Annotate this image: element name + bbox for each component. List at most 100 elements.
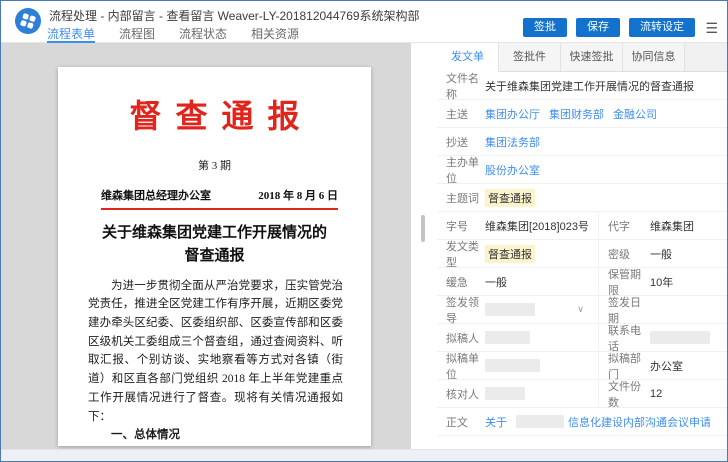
document-title-line1: 关于维森集团党建工作开展情况的 [101, 225, 327, 241]
chevron-down-icon[interactable]: ∨ [577, 304, 594, 315]
weaver-pinwheel-icon [15, 8, 41, 34]
field-link-集团财务部[interactable]: 集团财务部 [549, 106, 604, 122]
button-保存[interactable]: 保存 [576, 18, 620, 37]
vertical-scrollbar-thumb[interactable] [421, 215, 425, 242]
field-label: 发文类型 [446, 240, 479, 269]
field-value-cell: 股份办公室 [485, 162, 727, 178]
field-value-cell: 关于 信息化建设内部沟通会议申请 [485, 414, 727, 430]
redacted-value [650, 331, 710, 344]
form-row-拟稿人: 拟稿人 联系电话 [437, 324, 727, 353]
form-panel: 发文单 签批件 快速签批 协同信息 文件名称 关于维森集团党建工作开展情况的督查通报 主送… [437, 43, 727, 449]
form-row-文件名称: 文件名称 关于维森集团党建工作开展情况的督查通报 [437, 72, 727, 101]
field-link-信息化建设内部沟通会议申请[interactable]: 信息化建设内部沟通会议申请 [568, 414, 711, 430]
field-link-关于[interactable]: 关于 [485, 414, 507, 430]
field-link-股份办公室[interactable]: 股份办公室 [485, 162, 540, 178]
panel-tab-签批件[interactable]: 签批件 [499, 43, 561, 71]
document-masthead: 督查通报 [129, 98, 314, 134]
document-title-line2: 督查通报 [184, 248, 245, 265]
field-label: 拟稿人 [446, 332, 479, 345]
form-fields: 文件名称 关于维森集团党建工作开展情况的督查通报主送 集团办公厅 集团财务部 金融公司抄… [437, 72, 727, 449]
field-label: 拟稿单位 [446, 352, 479, 381]
form-row-主题词: 主题词 督查通报 [437, 184, 727, 212]
redacted-value [485, 359, 540, 372]
page-title: 流程处理 - 内部留言 - 查看留言 Weaver-LY-20181204476… [49, 9, 420, 23]
redacted-value [485, 331, 530, 344]
field-value-cell: 关于维森集团党建工作开展情况的督查通报 [485, 78, 727, 94]
field-label: 签发日期 [598, 296, 650, 325]
field-label: 联系电话 [598, 324, 650, 353]
pane-gutter [411, 43, 437, 449]
issuing-office: 维森集团总经理办公室 [101, 190, 211, 202]
field-label: 主题词 [446, 192, 479, 205]
form-row-核对人: 核对人 文件份数 12 [437, 380, 727, 409]
button-签批[interactable]: 签批 [523, 18, 567, 37]
top-bar: 流程处理 - 内部留言 - 查看留言 Weaver-LY-20181204476… [1, 1, 727, 43]
field-value-cell [485, 387, 598, 400]
field-value-cell: 一般 [650, 246, 727, 262]
content-area: 督查通报 第 3 期 维森集团总经理办公室 2018 年 8 月 6 日 关于维… [1, 43, 727, 449]
field-label: 正文 [446, 416, 468, 429]
form-panel-tabs: 发文单 签批件 快速签批 协同信息 [437, 43, 727, 72]
form-row-抄送: 抄送 集团法务部 [437, 128, 727, 156]
form-row-发文类型: 发文类型 督查通报 密级 一般 [437, 240, 727, 269]
form-row-正文: 正文 关于 信息化建设内部沟通会议申请 [437, 408, 727, 436]
field-label: 字号 [446, 220, 468, 233]
form-row-字号: 字号 维森集团[2018]023号 代字 维森集团 [437, 212, 727, 240]
nav-tab-流程图[interactable]: 流程图 [119, 25, 155, 43]
flow-nav-tabs: 流程表单 流程图 流程状态 相关资源 [47, 25, 323, 43]
field-value-cell: 集团法务部 [485, 134, 727, 150]
form-row-主送: 主送 集团办公厅 集团财务部 金融公司 [437, 100, 727, 128]
panel-tab-发文单[interactable]: 发文单 [437, 43, 499, 72]
nav-tab-流程表单[interactable]: 流程表单 [47, 25, 96, 43]
app-window: 流程处理 - 内部留言 - 查看留言 Weaver-LY-20181204476… [0, 0, 728, 462]
field-value-highlighted[interactable]: 督查通报 [485, 244, 535, 263]
horizontal-scrollbar-track[interactable] [1, 449, 727, 461]
document-title: 关于维森集团党建工作开展情况的 督查通报 [58, 222, 371, 269]
redacted-value [485, 387, 525, 400]
document-preview-pane: 督查通报 第 3 期 维森集团总经理办公室 2018 年 8 月 6 日 关于维… [1, 43, 411, 449]
field-value-cell [650, 331, 727, 344]
red-divider [101, 208, 338, 210]
field-value: 10年 [650, 276, 674, 289]
form-row-签发领导: 签发领导 ∨ 签发日期 [437, 296, 727, 325]
field-value-cell [485, 359, 598, 372]
field-value-cell: 一般 [485, 274, 598, 290]
panel-tab-协同信息[interactable]: 协同信息 [623, 43, 685, 71]
field-value-highlighted[interactable]: 督查通报 [485, 188, 535, 207]
field-link-集团办公厅[interactable]: 集团办公厅 [485, 106, 540, 122]
field-link-金融公司[interactable]: 金融公司 [613, 106, 657, 122]
issue-date: 2018 年 8 月 6 日 [258, 190, 338, 202]
field-value: 关于维森集团党建工作开展情况的督查通报 [485, 80, 694, 93]
field-label: 缓急 [446, 276, 468, 289]
field-label: 文件份数 [598, 380, 650, 409]
panel-tab-快速签批[interactable]: 快速签批 [561, 43, 623, 71]
nav-tab-相关资源[interactable]: 相关资源 [251, 25, 299, 43]
field-label: 主办单位 [446, 156, 479, 185]
field-value: 一般 [650, 248, 672, 261]
field-value: 维森集团[2018]023号 [485, 220, 589, 233]
field-value-cell: 督查通报 [485, 188, 727, 207]
hamburger-menu-icon[interactable]: ☰ [705, 19, 718, 37]
field-label: 核对人 [446, 388, 479, 401]
field-value-cell: 维森集团 [650, 218, 727, 234]
paragraph: 为进一步贯彻全面从严治党要求，压实管党治党责任，推进全区党建工作有序开展，近期区… [88, 279, 343, 423]
form-row-主办单位: 主办单位 股份办公室 [437, 156, 727, 185]
field-link-集团法务部[interactable]: 集团法务部 [485, 134, 540, 150]
document-issue-number: 第 3 期 [198, 160, 231, 172]
field-label: 文件名称 [446, 72, 479, 101]
document-office-row: 维森集团总经理办公室 2018 年 8 月 6 日 [101, 187, 338, 203]
nav-tab-流程状态[interactable]: 流程状态 [179, 25, 227, 43]
button-流转设定[interactable]: 流转设定 [629, 18, 695, 37]
field-label: 保管期限 [598, 268, 650, 297]
paragraph: 从督查情况来看，全区各级党组织能够深入学习贯彻十九大精神，坚持以习近平新时代中国… [88, 445, 343, 446]
field-value-cell: 维森集团[2018]023号 [485, 218, 598, 234]
field-value: 办公室 [650, 360, 683, 373]
field-label: 主送 [446, 108, 468, 121]
field-value-cell [485, 331, 598, 344]
action-buttons: 签批 保存 流转设定 [523, 18, 695, 37]
field-value: 维森集团 [650, 220, 694, 233]
panel-tab-filler [685, 43, 727, 71]
field-value-cell: ∨ [485, 303, 598, 316]
field-value: 12 [650, 387, 663, 400]
field-label: 抄送 [446, 136, 468, 149]
